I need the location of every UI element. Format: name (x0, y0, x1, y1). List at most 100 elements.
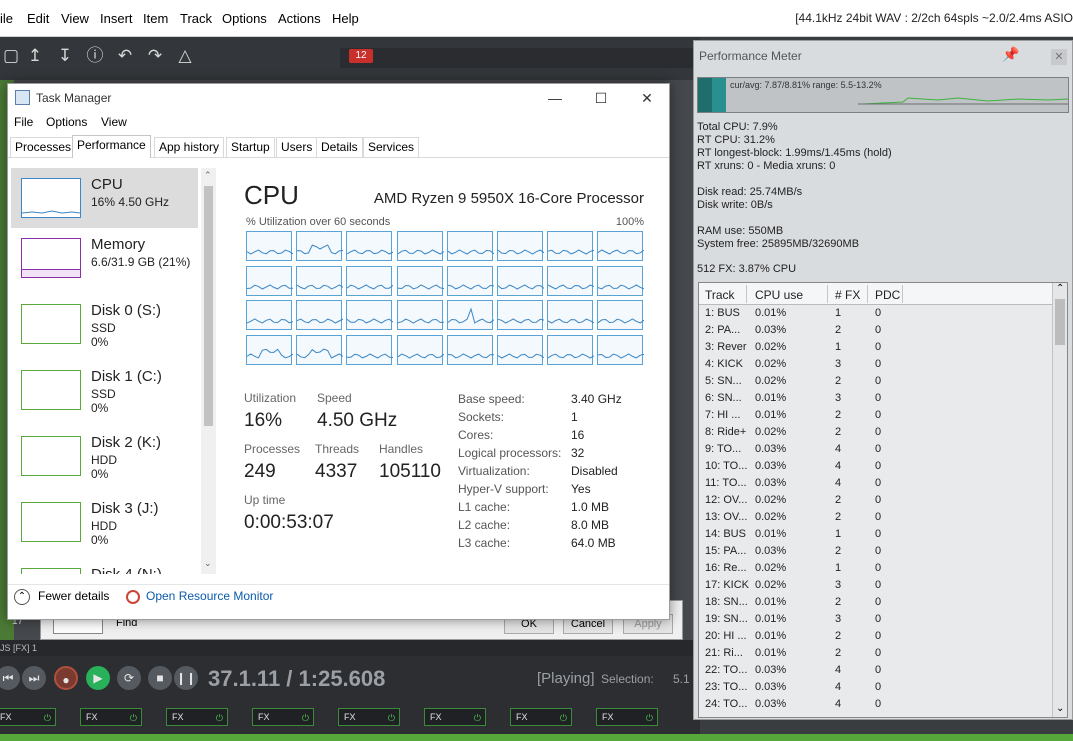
scrollbar-thumb[interactable] (1055, 299, 1065, 345)
table-row[interactable]: 16: Re... 0.02% 1 0 (699, 560, 1054, 577)
table-row[interactable]: 20: HI ... 0.01% 2 0 (699, 628, 1054, 645)
table-row[interactable]: 5: SN... 0.02% 2 0 (699, 373, 1054, 390)
power-icon[interactable]: ⏻ (302, 710, 309, 726)
table-row[interactable]: 3: Rever 0.02% 1 0 (699, 339, 1054, 356)
scroll-down-icon[interactable]: ⌄ (204, 558, 212, 569)
col-pdc[interactable]: PDC (875, 288, 900, 302)
table-row[interactable]: 17: KICK 0.02% 3 0 (699, 577, 1054, 594)
scroll-up-icon[interactable]: ⌃ (204, 170, 212, 181)
table-row[interactable]: 24: TO... 0.03% 4 0 (699, 696, 1054, 713)
table-scrollbar[interactable]: ⌃ ⌄ (1052, 283, 1067, 717)
sidebar-item-disk-4-n[interactable]: Disk 4 (N:) (11, 558, 198, 574)
power-icon[interactable]: ⏻ (646, 710, 653, 726)
save-icon[interactable]: ↧ (54, 45, 76, 67)
column-divider[interactable] (746, 285, 747, 303)
undo-icon[interactable]: ↶ (114, 45, 136, 67)
table-row[interactable]: 15: PA... 0.03% 2 0 (699, 543, 1054, 560)
scrollbar-thumb[interactable] (204, 186, 213, 426)
power-icon[interactable]: ⏻ (216, 710, 223, 726)
menu-track[interactable]: Track (180, 11, 212, 26)
column-divider[interactable] (827, 285, 828, 303)
maximize-button[interactable]: ☐ (581, 87, 621, 109)
menu-view[interactable]: View (61, 11, 89, 26)
tab-startup[interactable]: Startup (226, 137, 275, 157)
fx-strip[interactable]: FX ⏻ (596, 708, 658, 726)
tab-users[interactable]: Users (276, 137, 318, 157)
pin-icon[interactable]: 📌 (1002, 46, 1019, 63)
table-row[interactable]: 6: SN... 0.01% 3 0 (699, 390, 1054, 407)
menu-options[interactable]: Options (222, 11, 267, 26)
column-divider[interactable] (867, 285, 868, 303)
power-icon[interactable]: ⏻ (130, 710, 137, 726)
table-row[interactable]: 21: Ri... 0.01% 2 0 (699, 645, 1054, 662)
table-row[interactable]: 4: KICK 0.02% 3 0 (699, 356, 1054, 373)
power-icon[interactable]: ⏻ (474, 710, 481, 726)
repeat-icon[interactable]: ⟳ (117, 666, 141, 690)
menu-file[interactable]: File (14, 115, 33, 129)
tab-processes[interactable]: Processes (10, 137, 77, 157)
table-row[interactable]: 13: OV... 0.02% 2 0 (699, 509, 1054, 526)
minimize-button[interactable]: — (535, 87, 575, 109)
table-row[interactable]: 12: OV... 0.02% 2 0 (699, 492, 1054, 509)
sidebar-item-memory[interactable]: Memory 6.6/31.9 GB (21%) (11, 228, 198, 288)
fx-strip[interactable]: FX ⏻ (80, 708, 142, 726)
power-icon[interactable]: ⏻ (388, 710, 395, 726)
menu-file[interactable]: ile (0, 11, 13, 26)
close-button[interactable]: ✕ (1051, 49, 1067, 65)
table-row[interactable]: 14: BUS 0.01% 1 0 (699, 526, 1054, 543)
fx-strip[interactable]: FX ⏻ (338, 708, 400, 726)
metronome-icon[interactable]: △ (174, 45, 196, 67)
marker-badge[interactable]: 12 (349, 49, 373, 63)
tab-services[interactable]: Services (363, 137, 420, 157)
power-icon[interactable]: ⏻ (44, 710, 51, 726)
timeline-ruler[interactable] (340, 48, 700, 68)
fx-strip[interactable]: FX ⏻ (252, 708, 314, 726)
table-row[interactable]: 22: TO... 0.03% 4 0 (699, 662, 1054, 679)
table-row[interactable]: 23: TO... 0.03% 4 0 (699, 679, 1054, 696)
table-row[interactable]: 10: TO... 0.03% 4 0 (699, 458, 1054, 475)
tab-details[interactable]: Details (316, 137, 363, 157)
menu-insert[interactable]: Insert (100, 11, 133, 26)
fx-strip[interactable]: FX ⏻ (166, 708, 228, 726)
table-row[interactable]: 19: SN... 0.01% 3 0 (699, 611, 1054, 628)
sidebar-item-disk-3-j[interactable]: Disk 3 (J:) HDD 0% (11, 492, 198, 552)
table-row[interactable]: 18: SN... 0.01% 2 0 (699, 594, 1054, 611)
power-icon[interactable]: ⏻ (560, 710, 567, 726)
col-track[interactable]: Track (705, 288, 735, 302)
col-cpu-use[interactable]: CPU use (755, 288, 803, 302)
menu-view[interactable]: View (101, 115, 127, 129)
table-row[interactable]: 2: PA... 0.03% 2 0 (699, 322, 1054, 339)
open-icon[interactable]: ↥ (24, 45, 46, 67)
sidebar-item-disk-0-s[interactable]: Disk 0 (S:) SSD 0% (11, 294, 198, 354)
col-fx-count[interactable]: # FX (835, 288, 860, 302)
scroll-down-icon[interactable]: ⌄ (1056, 703, 1064, 714)
tab-performance[interactable]: Performance (72, 135, 151, 158)
fewer-details-button[interactable]: ⌃ Fewer details (14, 589, 109, 605)
new-project-icon[interactable]: ▢ (0, 45, 22, 67)
play-icon[interactable]: ▶ (86, 666, 110, 690)
sidebar-scrollbar[interactable]: ⌃ ⌄ (201, 168, 216, 574)
scroll-up-icon[interactable]: ⌃ (1056, 283, 1064, 294)
fx-strip[interactable]: FX ⏻ (424, 708, 486, 726)
menu-edit[interactable]: Edit (27, 11, 49, 26)
table-row[interactable]: 11: TO... 0.03% 4 0 (699, 475, 1054, 492)
menu-help[interactable]: Help (332, 11, 359, 26)
table-row[interactable]: 9: TO... 0.03% 4 0 (699, 441, 1054, 458)
stop-icon[interactable]: ■ (148, 666, 172, 690)
go-to-end-icon[interactable]: ⏭ (22, 666, 46, 690)
tab-app-history[interactable]: App history (154, 137, 225, 157)
redo-icon[interactable]: ↷ (144, 45, 166, 67)
table-row[interactable]: 1: BUS 0.01% 1 0 (699, 305, 1054, 322)
sidebar-item-cpu[interactable]: CPU 16% 4.50 GHz (11, 168, 198, 228)
open-resource-monitor-link[interactable]: Open Resource Monitor (126, 589, 273, 604)
fx-strip[interactable]: FX ⏻ (510, 708, 572, 726)
menu-item[interactable]: Item (143, 11, 168, 26)
table-row[interactable]: 8: Ride+ 0.02% 2 0 (699, 424, 1054, 441)
fx-strip[interactable]: FX ⏻ (0, 708, 56, 726)
sidebar-item-disk-1-c[interactable]: Disk 1 (C:) SSD 0% (11, 360, 198, 420)
close-button[interactable]: ✕ (627, 87, 667, 109)
info-icon[interactable]: ⓘ (84, 45, 106, 67)
menu-actions[interactable]: Actions (278, 11, 321, 26)
title-bar[interactable]: Task Manager — ☐ ✕ (8, 84, 669, 112)
table-row[interactable]: 7: HI ... 0.01% 2 0 (699, 407, 1054, 424)
